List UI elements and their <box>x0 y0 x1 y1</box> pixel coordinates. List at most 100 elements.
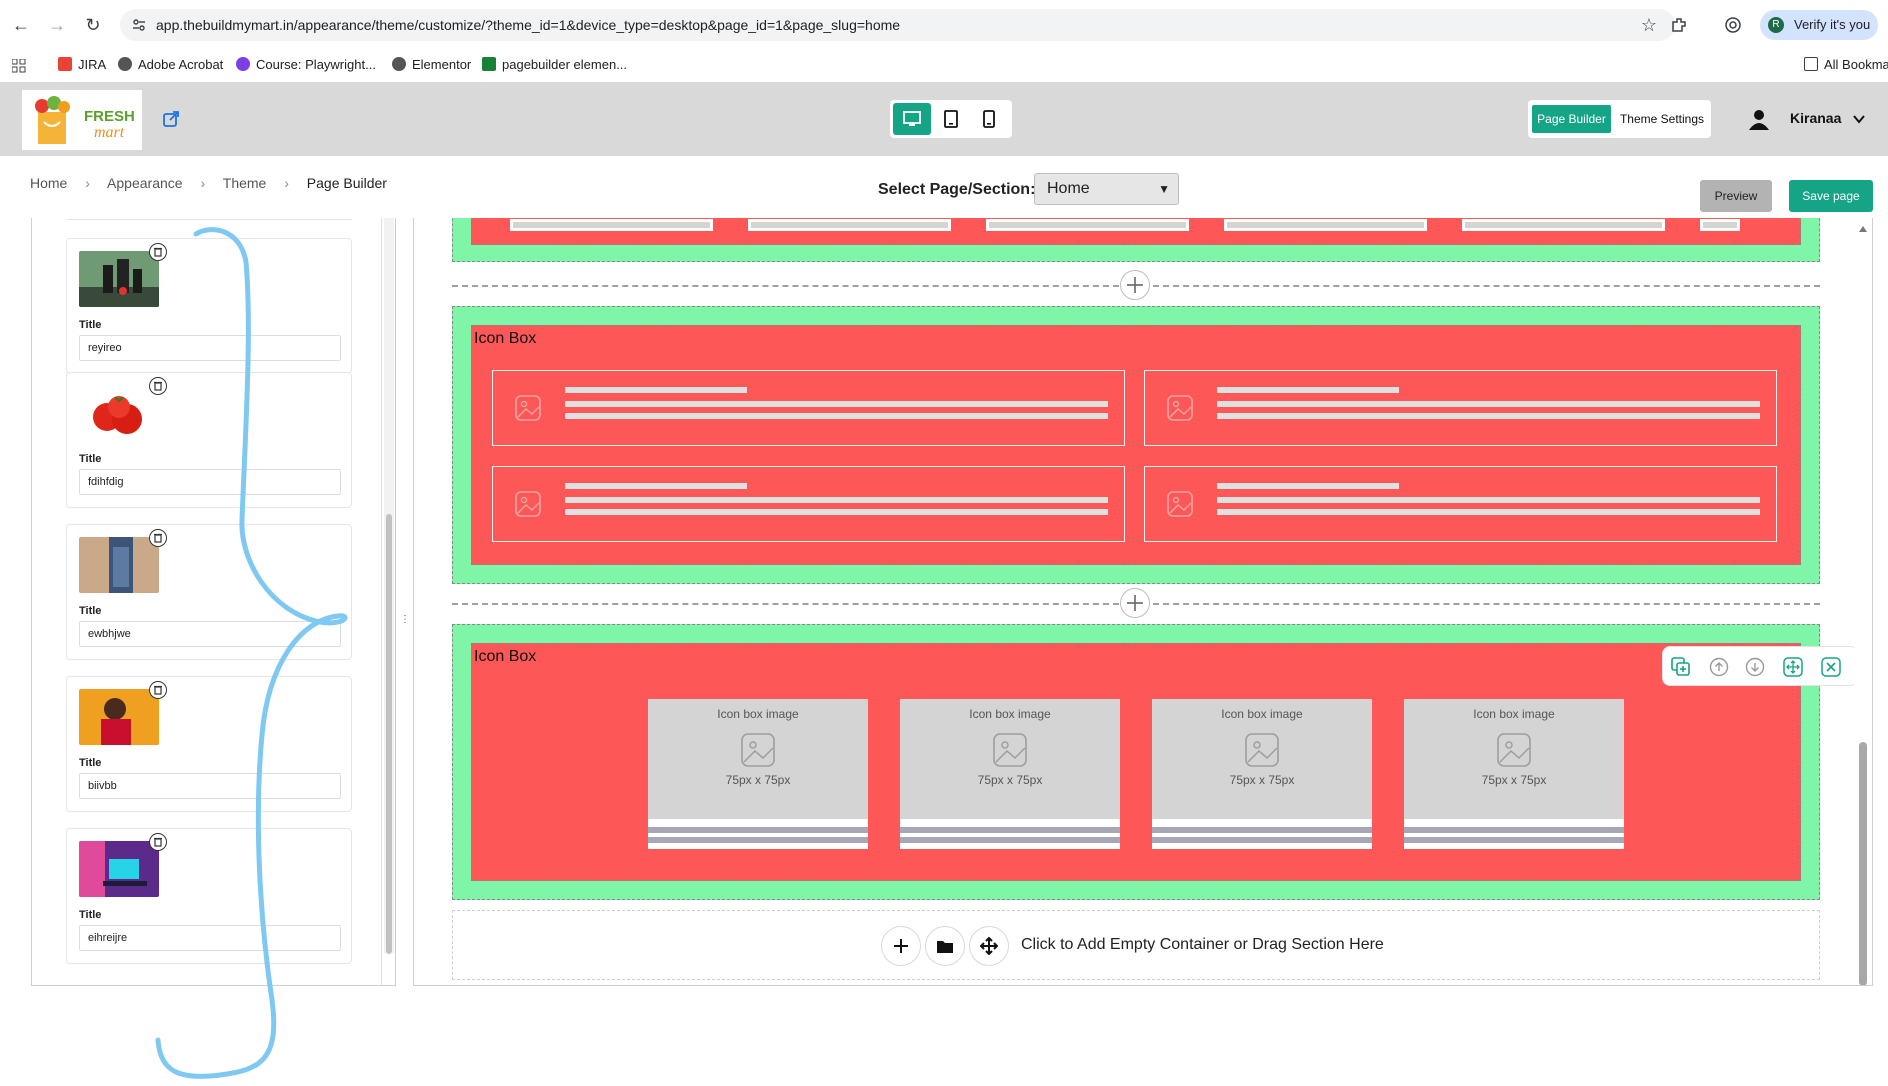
breadcrumb-home[interactable]: Home <box>30 175 67 191</box>
open-folder-button[interactable] <box>925 926 965 966</box>
delete-icon[interactable] <box>149 833 167 851</box>
drag-section-button[interactable] <box>969 926 1009 966</box>
breadcrumb-separator-icon: › <box>85 175 90 191</box>
scroll-thumb[interactable] <box>1859 742 1867 985</box>
icon-card[interactable] <box>1144 466 1777 542</box>
forward-icon[interactable]: → <box>46 14 68 36</box>
icon-box-block[interactable]: Icon Box <box>471 325 1801 565</box>
icon-box-block[interactable]: Icon Box Icon box image 75px x 75px Icon… <box>471 643 1858 881</box>
canvas-scrollbar[interactable] <box>1854 218 1872 985</box>
browser-toolbar: ← → ↻ app.thebuildmymart.in/appearance/t… <box>0 0 1888 50</box>
placeholder-lines <box>900 819 1120 849</box>
title-label: Title <box>79 605 102 617</box>
bookmark-jira[interactable]: JIRA <box>58 57 106 72</box>
user-name[interactable]: Kiranaa <box>1790 110 1841 126</box>
tablet-view-button[interactable] <box>932 103 970 135</box>
scroll-thumb[interactable] <box>386 514 392 954</box>
desktop-view-button[interactable] <box>893 103 931 135</box>
site-info-icon[interactable] <box>132 18 146 32</box>
chevron-down-icon[interactable] <box>1852 112 1866 126</box>
bookmark-course-playwright[interactable]: Course: Playwright... <box>236 57 376 72</box>
address-bar[interactable]: app.thebuildmymart.in/appearance/theme/c… <box>120 9 1675 41</box>
drag-move-icon[interactable] <box>1783 657 1803 677</box>
apps-grid-icon[interactable] <box>12 59 26 73</box>
title-input[interactable]: biivbb <box>79 773 341 799</box>
tab-page-builder[interactable]: Page Builder <box>1532 105 1611 133</box>
external-link-icon[interactable] <box>162 110 180 128</box>
placeholder-line <box>565 401 1108 407</box>
reload-icon[interactable]: ↻ <box>82 14 104 36</box>
placeholder-line <box>900 827 1120 833</box>
globe-icon <box>118 57 132 71</box>
icon-box-item[interactable]: Icon box image 75px x 75px <box>1404 699 1624 849</box>
product-thumbnail[interactable] <box>79 251 159 307</box>
duplicate-icon[interactable] <box>1671 657 1691 677</box>
product-thumbnail[interactable] <box>79 385 159 441</box>
title-input[interactable]: reyireo <box>79 335 341 361</box>
breadcrumb-theme[interactable]: Theme <box>223 175 267 191</box>
placeholder-bar <box>1462 219 1665 231</box>
extensions-icon[interactable] <box>1670 16 1688 34</box>
add-container-button[interactable] <box>881 926 921 966</box>
delete-icon[interactable] <box>149 243 167 261</box>
delete-icon[interactable] <box>149 377 167 395</box>
title-input[interactable]: eihreijre <box>79 925 341 951</box>
move-down-icon[interactable] <box>1745 657 1765 677</box>
image-icon <box>515 491 541 517</box>
section-container[interactable] <box>452 218 1820 262</box>
panel-resize-handle[interactable]: ⋮⋮ <box>400 614 420 630</box>
list-item: Title fdihfdig <box>66 372 352 508</box>
fresh-mart-logo[interactable]: FRESH mart <box>22 90 142 150</box>
profile-verify-button[interactable]: R Verify it's you <box>1760 10 1878 40</box>
profile-avatar: R <box>1768 17 1784 33</box>
bookmark-pagebuilder[interactable]: pagebuilder elemen... <box>482 57 627 72</box>
close-icon[interactable] <box>1821 657 1841 677</box>
move-up-icon[interactable] <box>1709 657 1729 677</box>
sync-icon[interactable] <box>1724 16 1742 34</box>
block-toolbar <box>1662 646 1858 686</box>
delete-icon[interactable] <box>149 681 167 699</box>
page-select-dropdown[interactable]: Home ▼ <box>1034 173 1179 205</box>
placeholder-line <box>1217 387 1399 393</box>
user-icon[interactable] <box>1748 108 1770 130</box>
add-section-button[interactable] <box>1120 270 1150 300</box>
add-container-bar[interactable]: Click to Add Empty Container or Drag Sec… <box>452 910 1820 980</box>
product-image <box>79 841 159 897</box>
image-icon <box>741 733 775 767</box>
bookmark-star-icon[interactable]: ☆ <box>1641 15 1657 36</box>
title-input[interactable]: ewbhjwe <box>79 621 341 647</box>
product-thumbnail[interactable] <box>79 689 159 745</box>
title-input[interactable]: fdihfdig <box>79 469 341 495</box>
placeholder-line <box>1152 827 1372 833</box>
left-panel-scrollbar[interactable] <box>384 218 394 954</box>
add-section-button[interactable] <box>1120 588 1150 618</box>
icon-card[interactable] <box>492 466 1125 542</box>
all-bookmarks[interactable]: All Bookma <box>1804 57 1888 72</box>
icon-box-item[interactable]: Icon box image 75px x 75px <box>900 699 1120 849</box>
mobile-view-button[interactable] <box>970 103 1008 135</box>
folder-icon <box>1804 57 1818 71</box>
section-container[interactable]: Icon Box <box>452 306 1820 584</box>
back-icon[interactable]: ← <box>10 14 32 36</box>
icon-card[interactable] <box>492 370 1125 446</box>
image-icon <box>515 395 541 421</box>
product-thumbnail[interactable] <box>79 537 159 593</box>
product-thumbnail[interactable] <box>79 841 159 897</box>
bookmark-adobe-acrobat[interactable]: Adobe Acrobat <box>118 57 223 72</box>
caret-down-icon: ▼ <box>1158 182 1170 196</box>
breadcrumb-appearance[interactable]: Appearance <box>107 175 183 191</box>
delete-icon[interactable] <box>149 529 167 547</box>
save-page-button[interactable]: Save page <box>1789 180 1873 212</box>
section-block[interactable] <box>471 218 1801 245</box>
tab-theme-settings[interactable]: Theme Settings <box>1616 105 1708 133</box>
icon-card[interactable] <box>1144 370 1777 446</box>
icon-box-item[interactable]: Icon box image 75px x 75px <box>1152 699 1372 849</box>
scroll-up-icon[interactable] <box>1859 226 1867 232</box>
section-container[interactable]: Icon Box Icon box image 75px x 75px Icon… <box>452 624 1858 900</box>
logo-text-mart: mart <box>94 124 125 141</box>
icon-box-item[interactable]: Icon box image 75px x 75px <box>648 699 868 849</box>
preview-button[interactable]: Preview <box>1700 180 1772 212</box>
list-item: Title ewbhjwe <box>66 524 352 660</box>
bookmark-elementor[interactable]: Elementor <box>392 57 471 72</box>
title-label: Title <box>79 319 102 331</box>
